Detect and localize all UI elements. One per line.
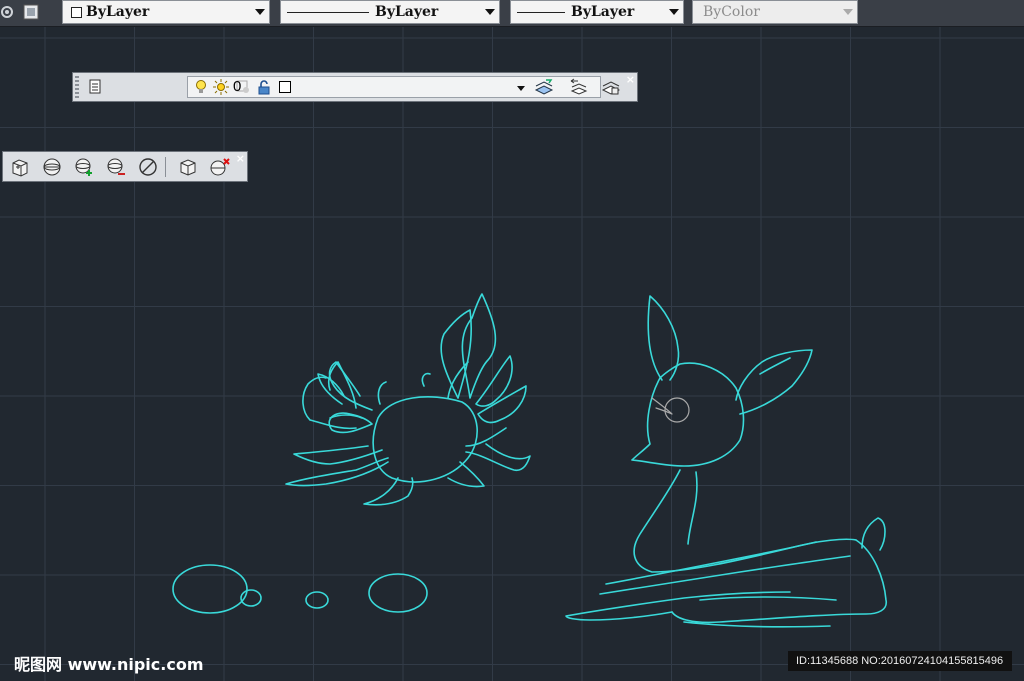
linetype-sample [287,11,369,13]
brand-watermark: 昵图网 www.nipic.com [14,655,204,674]
block-editor-icon[interactable] [20,0,42,24]
image-id-label: ID:11345688 NO:20160724104155815496 [788,651,1012,671]
plotstyle-value: ByColor [703,4,760,20]
3d-box-icon[interactable] [9,156,31,178]
close-icon[interactable]: × [236,153,245,164]
lineweight-value: ByLayer [571,4,635,20]
properties-toolbar: ByLayer ByLayer ByLayer ByColor [0,0,1024,27]
color-swatch-icon[interactable] [274,76,296,98]
unlock-icon[interactable] [254,76,276,98]
color-swatch [71,6,82,18]
grid-lines [0,26,1024,681]
no-entry-icon[interactable] [137,156,159,178]
close-icon[interactable]: × [626,74,635,85]
lightbulb-on-icon[interactable] [190,76,212,98]
linetype-control[interactable]: ByLayer [280,0,500,24]
lineweight-control[interactable]: ByLayer [510,0,684,24]
layers-toolbar[interactable]: 0 × [72,72,638,102]
deer-drawing [565,295,888,628]
chevron-down-icon[interactable] [843,9,853,15]
erase-solid-icon[interactable] [209,156,231,178]
current-layer-name: 0 [233,78,242,95]
chevron-down-icon[interactable] [485,9,495,15]
chevron-down-icon[interactable] [669,9,679,15]
plotstyle-control[interactable]: ByColor [692,0,858,24]
layer-states-icon[interactable] [599,76,621,98]
cube-icon[interactable] [177,156,199,178]
view-toolbar[interactable]: × [2,151,248,182]
color-value: ByLayer [86,4,150,20]
sun-thaw-icon[interactable] [210,76,232,98]
gear-icon[interactable] [0,0,18,24]
lineweight-sample [517,11,565,13]
linetype-value: ByLayer [375,4,439,20]
make-current-icon[interactable] [533,76,555,98]
sphere-subtract-icon[interactable] [105,156,127,178]
crab-drawing [285,293,531,506]
chevron-down-icon[interactable] [255,9,265,15]
sphere-add-icon[interactable] [73,156,95,178]
bubble-shapes [172,564,428,614]
color-control[interactable]: ByLayer [62,0,270,24]
layer-properties-icon[interactable] [85,76,107,98]
toolbar-grip[interactable] [75,76,79,98]
toolbar-separator [165,157,166,177]
chevron-down-icon[interactable] [517,86,525,91]
sphere-icon[interactable] [41,156,63,178]
deer-eye [651,397,690,423]
drawing-canvas[interactable] [0,0,1024,681]
previous-layer-icon[interactable] [567,76,589,98]
